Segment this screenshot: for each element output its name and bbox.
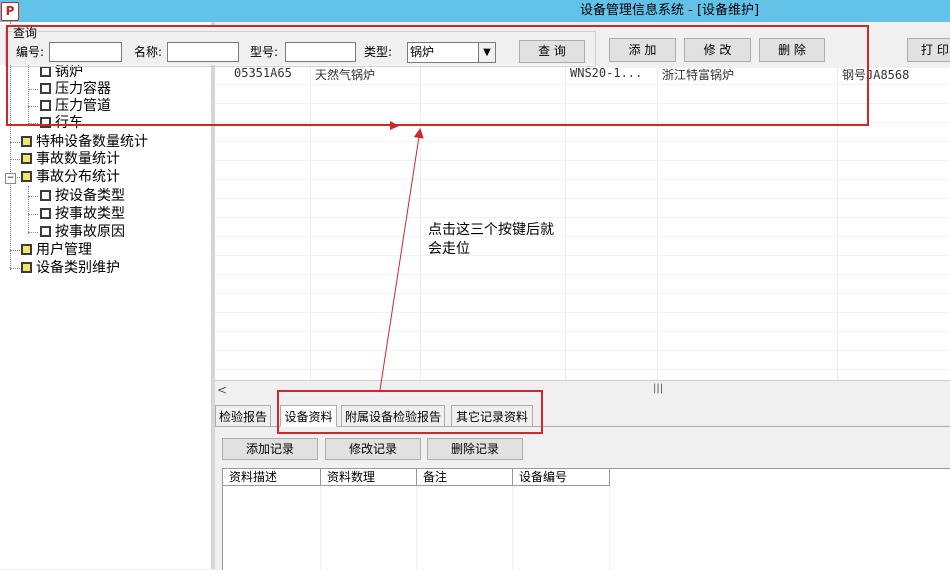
annotation-text: 点击这三个按键后就 会走位 (428, 222, 554, 257)
annotation-arrow-up (379, 128, 424, 391)
annotation-arrows (379, 121, 424, 391)
annotation-arrow-head (390, 121, 399, 130)
